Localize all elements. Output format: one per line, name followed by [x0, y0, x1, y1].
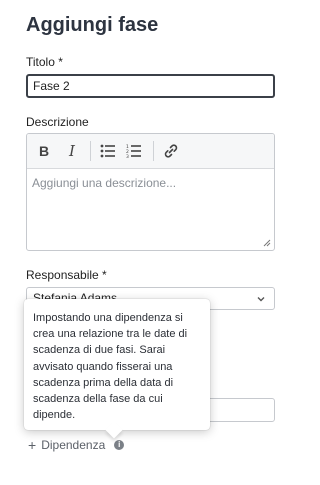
tooltip-arrow [105, 421, 123, 439]
resize-grip-icon[interactable] [263, 239, 271, 247]
link-icon [164, 144, 178, 158]
assignee-label: Responsabile * [26, 268, 107, 282]
title-input[interactable]: Fase 2 [26, 74, 275, 98]
page-title: Aggiungi fase [26, 14, 159, 36]
numbered-list-button[interactable]: 1 2 3 [123, 141, 145, 161]
bullet-list-icon [100, 144, 115, 158]
info-icon[interactable]: i [114, 440, 125, 450]
chevron-down-icon [257, 297, 265, 302]
svg-text:3: 3 [126, 154, 129, 158]
toolbar-divider [153, 141, 154, 161]
title-label: Titolo * [26, 55, 63, 69]
dependency-label: Dipendenza [41, 438, 106, 452]
bullet-list-button[interactable] [97, 141, 119, 161]
editor-toolbar: B I 1 2 3 [27, 134, 274, 169]
dependency-tooltip: Impostando una dipendenza si crea una re… [24, 299, 210, 439]
plus-icon: + [28, 437, 37, 453]
link-button[interactable] [160, 141, 182, 161]
description-editor: B I 1 2 3 Aggiungi una descrizione... [26, 133, 275, 251]
description-placeholder[interactable]: Aggiungi una descrizione... [32, 176, 176, 190]
tooltip-text: Impostando una dipendenza si crea una re… [33, 312, 188, 422]
numbered-list-icon: 1 2 3 [126, 144, 141, 158]
add-phase-form: Aggiungi fase Titolo * Fase 2 Descrizion… [0, 0, 300, 485]
italic-button[interactable]: I [61, 141, 83, 161]
add-dependency-link[interactable]: + Dipendenza i [28, 437, 125, 453]
description-label: Descrizione [26, 115, 89, 129]
toolbar-divider [90, 141, 91, 161]
bold-button[interactable]: B [33, 141, 55, 161]
